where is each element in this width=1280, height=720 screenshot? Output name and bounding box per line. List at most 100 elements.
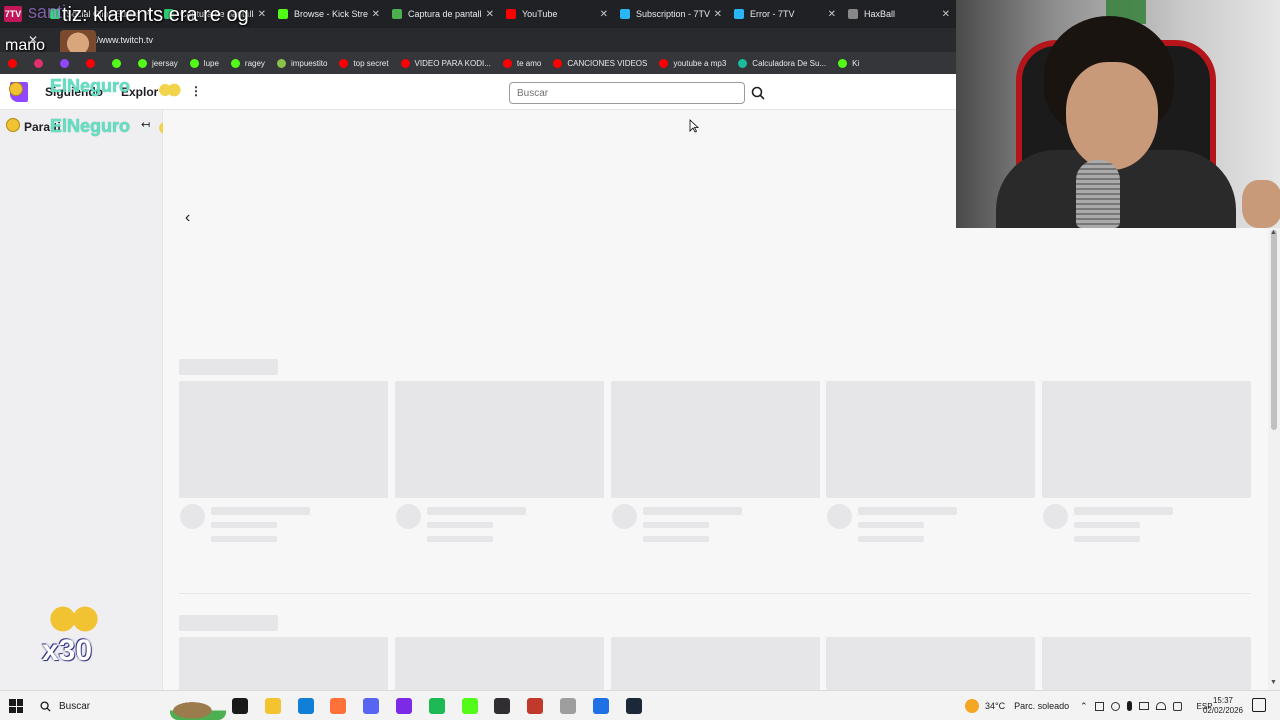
bookmark-item[interactable]: jeersay [138,58,178,68]
notification-icon[interactable] [1252,698,1266,712]
skeleton-text-line [1074,536,1140,542]
voicemeeter-icon[interactable] [527,698,544,714]
bookmark-item[interactable] [34,58,48,68]
bookmark-label: Ki [852,58,860,68]
url-field[interactable]: //www.twitch.tv [94,35,153,45]
twitch-top-nav: Siguiendo Explor ⋮ [0,74,956,110]
clock-date: 02/02/2026 [1202,706,1244,715]
canva-icon[interactable] [396,698,412,714]
bookmark-item[interactable] [112,58,126,68]
microphone-icon[interactable] [1126,701,1132,711]
bookmark-item[interactable]: youtube a mp3 [659,58,726,68]
skeleton-text-line [643,522,709,528]
emote-gold-icon [9,82,23,96]
search-icon [40,700,51,712]
overlay-multiplier-badge: x30 [40,598,110,670]
taskbar-search-label: Buscar [59,700,91,712]
address-bar: ← ✕ //www.twitch.tv [0,28,956,52]
bookmark-favicon-icon [112,58,121,68]
carousel-prev-icon[interactable]: ‹ [185,209,190,227]
tab-close-icon[interactable]: ✕ [486,9,494,20]
tab-title: Subscription - 7TV [636,9,710,19]
skeleton-divider [179,593,1251,594]
skeleton-text-line [858,522,924,528]
overlay-title: tiz: klarents era re og [62,4,249,26]
taskbar-clock[interactable]: 15:37 02/02/2026 [1200,696,1246,716]
bookmark-item[interactable] [86,58,100,68]
bookmark-item[interactable]: CANCIONES VIDEOS [553,58,647,68]
bookmark-item[interactable]: Ki [838,58,860,68]
bookmark-label: te amo [516,58,542,68]
bookmark-item[interactable] [8,58,22,68]
scrollbar-thumb[interactable] [1271,230,1277,430]
tab-title: Browse - Kick Streaming [294,9,368,19]
browser-tab[interactable]: Subscription - 7TV ✕ [614,0,728,28]
kick-icon[interactable] [461,698,478,714]
webcam-face [1066,62,1158,170]
skeleton-avatar [1043,504,1068,529]
page-scrollbar[interactable] [1268,228,1280,690]
discord-icon[interactable] [363,698,380,714]
start-button[interactable] [9,699,23,713]
more-options-icon[interactable]: ⋮ [190,84,202,98]
skeleton-text-line [427,536,493,542]
collapse-sidebar-icon[interactable]: ↤ [141,118,150,131]
file-explorer-icon[interactable] [264,698,281,714]
search-input[interactable] [509,82,745,104]
bookmark-item[interactable]: top secret [339,58,389,68]
tab-close-icon[interactable]: ✕ [942,9,950,20]
tray-app-icon[interactable] [1094,701,1104,711]
tab-close-icon[interactable]: ✕ [600,9,608,20]
webcam-hand [1242,180,1280,228]
bookmark-favicon-icon [230,58,240,68]
bookmark-label: VIDEO PARA KODI... [414,58,491,68]
bookmark-item[interactable]: te amo [502,58,542,68]
browser-tab[interactable]: Captura de pantalla po ✕ [386,0,500,28]
browser-tab[interactable]: YouTube ✕ [500,0,614,28]
display-icon[interactable] [1138,702,1149,710]
browser-tab[interactable]: HaxBall ✕ [842,0,956,28]
search-button[interactable] [747,82,769,104]
bookmark-item[interactable] [60,58,74,68]
bookmark-item[interactable]: VIDEO PARA KODI... [400,58,491,68]
skeleton-heading [179,615,278,631]
firefox-icon[interactable] [330,698,347,714]
weather-widget[interactable]: 34°C Parc. soleado [965,691,1069,720]
bookmark-item[interactable]: ragey [230,58,265,68]
wifi-icon[interactable] [1155,702,1166,710]
bookmark-favicon-icon [553,58,563,68]
bookmark-item[interactable]: lupe [189,58,219,68]
emote-name-top: ElNeguro [50,76,131,96]
bookmark-item[interactable]: Calculadora De Su... [738,58,826,68]
skeleton-avatar [612,504,637,529]
badge-multiplier-text: x30 [42,634,93,667]
tab-favicon-icon [392,9,402,19]
tab-favicon-icon [848,9,858,19]
spotify-icon[interactable] [428,698,445,714]
skeleton-title-line [858,507,957,515]
steam-icon[interactable] [625,698,642,714]
skeleton-thumbnail [826,381,1035,498]
app-icon[interactable] [560,698,576,714]
volume-icon[interactable] [1172,701,1182,711]
obs-icon[interactable] [494,698,511,714]
tab-close-icon[interactable]: ✕ [372,9,380,20]
skeleton-thumbnail [1042,381,1251,498]
tab-close-icon[interactable]: ✕ [828,9,836,20]
bookmark-label: jeersay [152,58,178,68]
roblox-icon[interactable] [592,698,609,714]
tab-close-icon[interactable]: ✕ [258,9,266,20]
bookmark-favicon-icon [276,58,286,68]
tray-overflow-icon[interactable]: ⌃ [1080,701,1088,712]
network-icon[interactable] [1110,701,1120,711]
browser-tab[interactable]: Error - 7TV ✕ [728,0,842,28]
task-view-icon[interactable] [232,698,248,714]
bookmark-item[interactable]: impuestito [276,58,327,68]
search-icon [751,86,765,100]
edge-icon[interactable] [297,698,314,714]
scroll-down-icon[interactable]: ▼ [1270,679,1277,686]
browser-tab[interactable]: Browse - Kick Streaming ✕ [272,0,386,28]
skeleton-text-line [211,522,277,528]
tab-close-icon[interactable]: ✕ [714,9,722,20]
scroll-up-icon[interactable]: ▲ [1270,229,1277,236]
